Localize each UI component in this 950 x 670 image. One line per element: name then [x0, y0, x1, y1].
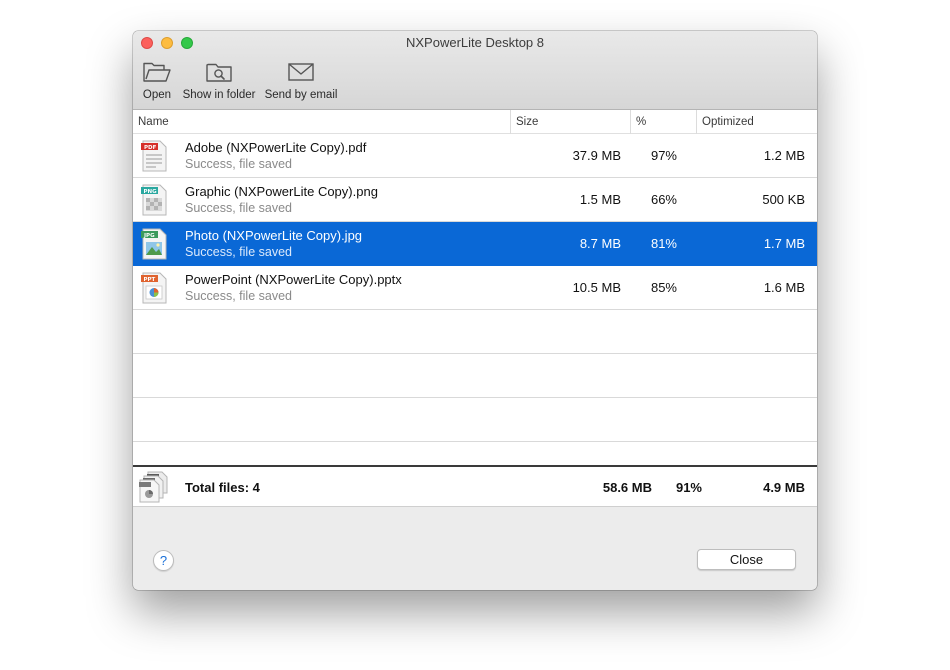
app-window: NXPowerLite Desktop 8 Open Show in folde…	[133, 31, 817, 590]
window-title: NXPowerLite Desktop 8	[405, 35, 544, 50]
pptx-file-icon: PPT	[141, 272, 167, 304]
file-optimized-size: 1.6 MB	[763, 280, 805, 295]
table-row[interactable]: PPT PowerPoint (NXPowerLite Copy).pptx S…	[133, 266, 817, 310]
png-file-icon: PNG	[141, 184, 167, 216]
svg-text:PPT: PPT	[144, 277, 156, 283]
empty-row	[133, 398, 817, 442]
file-status: Success, file saved	[185, 201, 292, 215]
jpg-file-icon: JPG	[141, 228, 167, 260]
pdf-file-icon: PDF	[141, 140, 167, 172]
envelope-icon	[288, 63, 314, 81]
file-status: Success, file saved	[185, 157, 292, 171]
file-optimized-size: 1.7 MB	[763, 236, 805, 251]
title-toolbar: NXPowerLite Desktop 8 Open Show in folde…	[133, 31, 817, 110]
multiple-files-icon	[139, 471, 168, 503]
total-files-label: Total files: 4	[185, 480, 260, 495]
show-in-folder-button[interactable]: Show in folder	[179, 61, 259, 101]
table-row[interactable]: PDF Adobe (NXPowerLite Copy).pdf Success…	[133, 134, 817, 178]
file-percent: 97%	[650, 148, 677, 163]
file-name: Graphic (NXPowerLite Copy).png	[185, 184, 378, 199]
table-row-selected[interactable]: JPG Photo (NXPowerLite Copy).jpg Success…	[133, 222, 817, 266]
svg-text:JPG: JPG	[143, 233, 155, 239]
send-by-email-label: Send by email	[264, 89, 338, 101]
folder-search-icon	[206, 63, 232, 82]
file-size: 8.7 MB	[579, 236, 621, 251]
show-in-folder-label: Show in folder	[182, 89, 256, 101]
empty-row	[133, 310, 817, 354]
help-button[interactable]: ?	[153, 550, 174, 571]
file-name: Photo (NXPowerLite Copy).jpg	[185, 228, 363, 243]
folder-open-icon	[143, 62, 171, 82]
file-size: 37.9 MB	[572, 148, 621, 163]
file-status: Success, file saved	[185, 245, 292, 259]
file-size: 1.5 MB	[579, 192, 621, 207]
column-header-name[interactable]: Name	[133, 110, 511, 134]
table-row[interactable]: PNG Graphic (NXPowerLite Copy).png Succe…	[133, 178, 817, 222]
empty-row	[133, 354, 817, 398]
file-percent: 85%	[650, 280, 677, 295]
file-optimized-size: 1.2 MB	[763, 148, 805, 163]
close-button[interactable]: Close	[697, 549, 796, 570]
send-by-email-button[interactable]: Send by email	[263, 61, 339, 101]
svg-text:PNG: PNG	[144, 189, 158, 195]
open-label: Open	[142, 89, 172, 101]
column-header-optimized[interactable]: Optimized	[696, 110, 817, 134]
total-optimized-size: 4.9 MB	[763, 480, 805, 495]
file-table: Name Size % Optimized PDF Adobe (NXPower…	[133, 110, 817, 507]
open-button[interactable]: Open	[139, 61, 175, 101]
svg-text:PDF: PDF	[144, 145, 157, 151]
file-name: Adobe (NXPowerLite Copy).pdf	[185, 140, 367, 155]
file-percent: 81%	[650, 236, 677, 251]
file-optimized-size: 500 KB	[762, 192, 805, 207]
file-status: Success, file saved	[185, 289, 292, 303]
file-percent: 66%	[650, 192, 677, 207]
column-header-percent[interactable]: %	[630, 110, 696, 134]
total-row: Total files: 4 58.6 MB 91% 4.9 MB	[133, 465, 817, 507]
table-header: Name Size % Optimized	[133, 110, 817, 134]
file-size: 10.5 MB	[572, 280, 621, 295]
total-size: 58.6 MB	[602, 480, 652, 495]
column-header-size[interactable]: Size	[510, 110, 630, 134]
file-name: PowerPoint (NXPowerLite Copy).pptx	[185, 272, 402, 287]
